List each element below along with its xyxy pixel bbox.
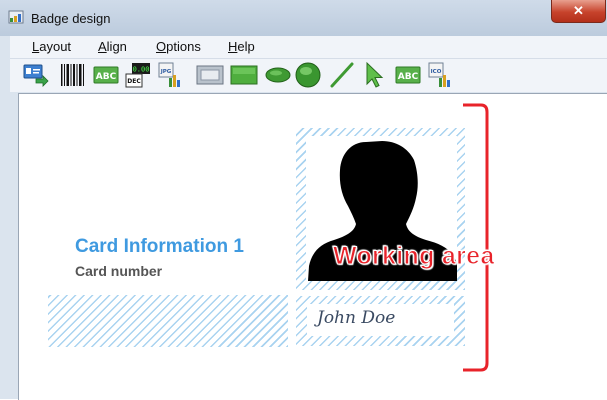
rectangle-icon [230,65,258,85]
menu-align-rest: lign [106,39,127,54]
ellipse-button[interactable] [264,61,292,89]
menu-layout[interactable]: Layout [32,39,71,54]
abc-label-2: ABC [398,72,419,82]
menu-help-rest: elp [237,39,255,54]
menu-options-rest: ptions [166,39,201,54]
frame-icon [196,65,224,85]
ico-label: ICO [431,69,442,75]
text-field-button[interactable]: ABC [394,61,422,89]
card-select-icon [23,64,49,87]
rectangle-button[interactable] [230,61,258,89]
barcode-placeholder[interactable] [48,295,288,347]
image-button[interactable]: JPG [156,61,184,89]
menu-bar: Layout Align Options Help [10,36,607,59]
text-abc-icon: ABC [395,66,421,84]
menu-help-accel: H [228,39,238,54]
menu-options-accel: O [156,39,167,54]
pointer-button[interactable] [360,61,388,89]
card-number-label[interactable]: Card number [75,263,162,279]
menu-align-accel: A [98,39,107,54]
jpg-label: JPG [160,69,172,75]
card-information-title[interactable]: Card Information 1 [75,236,244,258]
counter-button[interactable]: 0.00 DEC [124,61,152,89]
pointer-icon [366,61,384,88]
barcode-icon [61,64,84,86]
text-button[interactable]: ABC [92,61,120,89]
close-icon: ✕ [573,3,584,18]
ellipse-icon [265,67,291,83]
toolbar: ABC 0.00 DEC JPG ABC ICO [10,59,607,92]
menu-layout-rest: ayout [39,39,72,54]
card-select-button[interactable] [22,61,50,89]
menu-help[interactable]: Help [228,39,255,54]
close-button[interactable]: ✕ [551,0,606,23]
signature-text: John Doe [317,308,396,328]
working-area-label: Working area [333,242,495,271]
app-icon [8,10,24,24]
line-button[interactable] [328,61,356,89]
barcode-button[interactable] [58,61,86,89]
window-title: Badge design [31,11,111,26]
image-jpg-icon: JPG [158,62,180,87]
line-icon [330,62,354,88]
abc-label: ABC [96,72,117,82]
text-abc-icon: ABC [93,66,119,84]
counter-dec-icon: 0.00 DEC [125,63,150,88]
counter-sub: DEC [127,78,141,85]
menu-align[interactable]: Align [98,39,127,54]
circle-icon [295,62,321,88]
badge-design-window: Badge design ✕ Layout Align Options Help [0,0,607,400]
working-area-bracket [463,103,489,372]
image-ico-icon: ICO [428,62,450,87]
menu-options[interactable]: Options [156,39,201,54]
circle-button[interactable] [294,61,322,89]
title-bar[interactable]: Badge design ✕ [0,0,607,36]
counter-value: 0.00 [133,66,150,74]
frame-button[interactable] [196,61,224,89]
icon-image-button[interactable]: ICO [426,61,454,89]
